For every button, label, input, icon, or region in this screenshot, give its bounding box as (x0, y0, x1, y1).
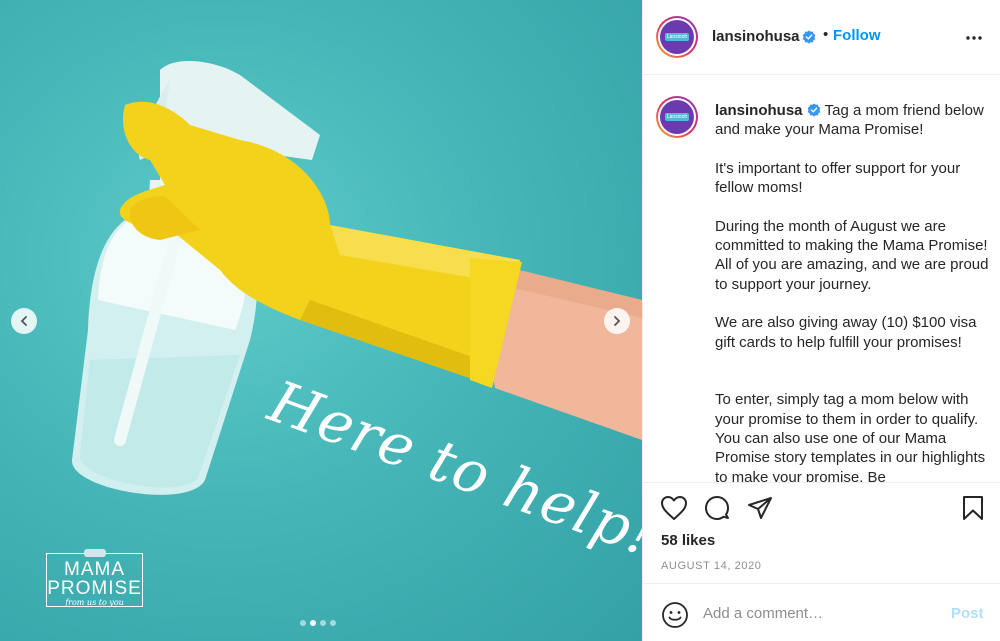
caption-area[interactable]: Lansinoh lansinohusa Tag a mom friend be… (643, 76, 1000, 482)
chevron-left-icon (20, 316, 27, 326)
caption: lansinohusa Tag a mom friend below and m… (715, 101, 995, 482)
caption-first-paragraph: lansinohusa Tag a mom friend below and m… (715, 101, 995, 140)
carousel-dot (320, 620, 326, 626)
carousel-dot (300, 620, 306, 626)
comment-icon[interactable] (703, 495, 731, 521)
caption-username[interactable]: lansinohusa (715, 102, 803, 119)
verified-badge-icon (802, 30, 816, 44)
avatar[interactable]: Lansinoh (656, 16, 698, 58)
share-icon[interactable] (746, 495, 774, 521)
logo-line-2: PROMISE (47, 578, 142, 599)
caption-paragraph: During the month of August we are commit… (715, 217, 993, 293)
logo-tagline: from us to you (65, 598, 124, 607)
comment-bar: Post (643, 583, 1000, 641)
logo-line-1: MAMA (64, 559, 125, 580)
carousel-dot-active (310, 620, 316, 626)
post-media[interactable]: Here to help! MAMA PROMISE from us to yo… (0, 0, 642, 641)
caption-paragraph: To enter, simply tag a mom below with yo… (715, 391, 990, 482)
caption-paragraph: It's important to offer support for your… (715, 159, 965, 197)
verified-badge-icon (807, 103, 821, 117)
caption-paragraph: We are also giving away (10) $100 visa g… (715, 314, 981, 351)
mama-promise-logo: MAMA PROMISE from us to you (46, 549, 143, 607)
carousel-next-button[interactable] (604, 308, 630, 334)
action-bar: 58 likes AUGUST 14, 2020 (643, 482, 1000, 582)
separator-dot: • (823, 26, 829, 43)
caption-avatar[interactable]: Lansinoh (656, 96, 698, 138)
like-count[interactable]: 58 likes (661, 532, 715, 549)
carousel-indicator (300, 620, 336, 626)
post-header: Lansinoh lansinohusa • Follow (643, 0, 1000, 75)
header-username[interactable]: lansinohusa (712, 28, 800, 45)
carousel-dot (330, 620, 336, 626)
carousel-prev-button[interactable] (11, 308, 37, 334)
post-date[interactable]: AUGUST 14, 2020 (661, 560, 762, 572)
emoji-icon[interactable] (661, 601, 689, 629)
heart-icon[interactable] (660, 495, 688, 521)
more-options-icon[interactable] (965, 30, 983, 46)
chevron-right-icon (614, 316, 621, 326)
bookmark-icon[interactable] (961, 495, 985, 521)
post-comment-button[interactable]: Post (951, 605, 984, 622)
follow-button[interactable]: Follow (833, 27, 881, 44)
post-side-panel: Lansinoh lansinohusa • Follow Lansinoh l… (642, 0, 1000, 641)
comment-input[interactable] (703, 602, 933, 624)
